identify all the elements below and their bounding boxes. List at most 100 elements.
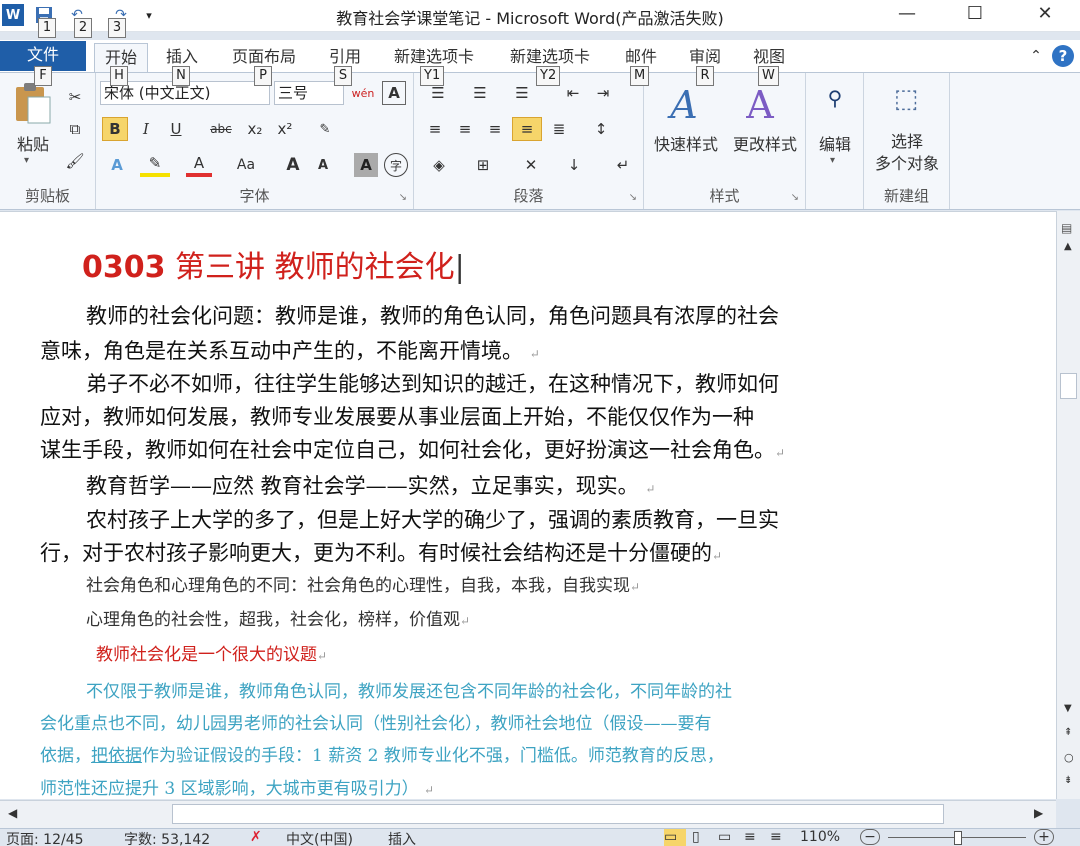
font-dialog-launcher-icon[interactable]: ↘ <box>399 192 407 203</box>
keytip-tab-home: H <box>110 66 128 86</box>
horizontal-scroll-thumb[interactable] <box>172 804 944 824</box>
ribbon-collapse-icon[interactable]: ⌃ <box>1026 43 1046 72</box>
browse-object-icon[interactable]: ○ <box>1064 751 1074 764</box>
text-effects-icon[interactable]: A <box>102 153 132 177</box>
chinese-layout-icon[interactable]: ✕ <box>514 153 548 177</box>
insert-mode[interactable]: 插入 <box>388 829 416 846</box>
word-count[interactable]: 字数: 53,142 <box>124 829 210 846</box>
word-logo-icon[interactable]: W <box>2 4 24 26</box>
proofing-icon[interactable]: ✗ <box>250 829 262 845</box>
keytip-tab-new1: Y1 <box>420 66 445 86</box>
outline-icon[interactable]: ≡ <box>744 829 756 845</box>
styles-dialog-launcher-icon[interactable]: ↘ <box>791 192 799 203</box>
editing-button[interactable]: 编辑 <box>806 131 864 155</box>
decrease-indent-icon[interactable]: ⇤ <box>560 81 586 105</box>
grow-font-button[interactable]: A <box>280 153 306 177</box>
p2-line2: 应对，教师如何发展，教师专业发展要从事业层面上开始，不能仅仅作为一种 <box>40 405 754 429</box>
keytip-tab-view: W <box>758 66 779 86</box>
p2-line1: 弟子不必不如师，往往学生能够达到知识的越迁，在这种情况下，教师如何 <box>86 372 779 396</box>
horizontal-scrollbar[interactable]: ◀ ▶ <box>0 800 1056 828</box>
keytip-tab-insert: N <box>172 66 190 86</box>
vertical-scroll-thumb[interactable] <box>1060 373 1077 399</box>
distributed-icon[interactable]: ≣ <box>546 117 572 141</box>
full-screen-reading-icon[interactable]: ▯ <box>692 829 700 845</box>
title-bar: W ↶ ↷ ▾ 1 2 3 教育社会学课堂笔记 - Microsoft Word… <box>0 0 1080 38</box>
numbering-icon[interactable]: ☰ <box>464 81 496 105</box>
zoom-out-icon[interactable]: − <box>860 829 880 845</box>
subscript-button[interactable]: x₂ <box>242 117 268 141</box>
quick-styles-icon[interactable]: A <box>662 81 706 129</box>
cut-icon[interactable]: ✂ <box>62 85 88 109</box>
change-case-button[interactable]: Aa <box>228 153 264 177</box>
ruler-toggle-icon[interactable]: ▤ <box>1061 221 1072 235</box>
paragraph-group-label: 段落 <box>513 187 544 205</box>
keytip-tab-mailings: M <box>630 66 650 86</box>
character-shading-button[interactable]: A <box>354 153 378 177</box>
ribbon-home: 粘贴 ▾ ✂ ⧉ 🖌 剪贴板 宋体 (中文正文) 三号 wén A B I U … <box>0 72 1080 210</box>
align-center-icon[interactable]: ≡ <box>452 117 478 141</box>
line-spacing-icon[interactable]: ↕ <box>584 117 618 141</box>
phonetic-guide-icon[interactable]: wén <box>348 81 378 105</box>
document-page[interactable]: 0303 第三讲 教师的社会化| 教师的社会化问题：教师是谁，教师的角色认同，角… <box>0 211 1056 799</box>
superscript-button[interactable]: x² <box>272 117 298 141</box>
new-group: ⬚ 选择 多个对象 新建组 <box>864 73 950 209</box>
p7: 教师社会化是一个很大的议题↵ <box>96 645 328 665</box>
sort-icon[interactable]: ↓ <box>560 153 588 177</box>
paste-dropdown-icon[interactable]: ▾ <box>24 155 29 166</box>
clear-formatting-icon[interactable]: ✎ <box>310 117 340 141</box>
clipboard-group-label: 剪贴板 <box>24 187 70 205</box>
help-icon[interactable]: ? <box>1052 45 1074 67</box>
maximize-icon[interactable]: ☐ <box>952 0 998 30</box>
copy-icon[interactable]: ⧉ <box>62 117 88 141</box>
draft-icon[interactable]: ≡ <box>770 829 782 845</box>
paste-button[interactable]: 粘贴 <box>10 131 56 155</box>
align-left-icon[interactable]: ≡ <box>422 117 448 141</box>
customize-qat-icon[interactable]: ▾ <box>140 4 158 26</box>
minimize-icon[interactable]: — <box>884 0 930 30</box>
paste-icon[interactable] <box>12 81 52 129</box>
font-color-icon[interactable]: A <box>186 153 212 177</box>
zoom-level[interactable]: 110% <box>800 829 840 845</box>
scroll-up-icon[interactable]: ▲ <box>1064 241 1072 252</box>
paragraph-dialog-launcher-icon[interactable]: ↘ <box>629 192 637 203</box>
highlight-icon[interactable]: ✎ <box>140 153 170 177</box>
scroll-left-icon[interactable]: ◀ <box>8 806 17 820</box>
styles-group-label: 样式 <box>709 187 740 205</box>
justify-icon[interactable]: ≡ <box>512 117 542 141</box>
print-layout-icon[interactable]: ▭ <box>664 829 686 846</box>
heading-number: 0303 <box>82 250 166 285</box>
format-painter-icon[interactable]: 🖌 <box>62 149 88 173</box>
page-count[interactable]: 页面: 12/45 <box>6 829 84 846</box>
scroll-down-icon[interactable]: ▼ <box>1064 703 1072 714</box>
select-objects-button[interactable]: 选择 多个对象 <box>864 131 950 175</box>
web-layout-icon[interactable]: ▭ <box>718 829 731 845</box>
borders-icon[interactable]: ⊞ <box>466 153 500 177</box>
increase-indent-icon[interactable]: ⇥ <box>590 81 616 105</box>
align-right-icon[interactable]: ≡ <box>482 117 508 141</box>
show-marks-icon[interactable]: ↵ <box>610 153 636 177</box>
editing-dropdown-icon[interactable]: ▾ <box>830 155 835 166</box>
previous-page-icon[interactable]: ⇞ <box>1064 727 1072 738</box>
next-page-icon[interactable]: ⇟ <box>1064 775 1072 786</box>
italic-button[interactable]: I <box>134 117 158 141</box>
find-binoculars-icon[interactable]: ⚲ <box>820 83 850 113</box>
change-styles-button[interactable]: 更改样式 <box>726 131 804 155</box>
select-line1: 选择 <box>890 132 923 151</box>
quick-styles-button[interactable]: 快速样式 <box>648 131 724 155</box>
close-icon[interactable]: ✕ <box>1022 0 1068 30</box>
vertical-scrollbar[interactable]: ▤ ▲ ▼ ⇞ ○ ⇟ <box>1056 211 1080 799</box>
change-styles-icon[interactable]: A <box>738 81 782 129</box>
shrink-font-button[interactable]: A <box>310 153 336 177</box>
character-border-icon[interactable]: A <box>382 81 406 105</box>
multilevel-list-icon[interactable]: ☰ <box>506 81 538 105</box>
select-objects-icon[interactable]: ⬚ <box>886 79 926 119</box>
strikethrough-button[interactable]: abc <box>206 117 236 141</box>
enclose-characters-button[interactable]: 字 <box>384 153 408 177</box>
zoom-in-icon[interactable]: + <box>1034 829 1054 845</box>
shading-icon[interactable]: ◈ <box>422 153 456 177</box>
scroll-right-icon[interactable]: ▶ <box>1034 806 1043 820</box>
bold-button[interactable]: B <box>102 117 128 141</box>
language-indicator[interactable]: 中文(中国) <box>286 829 353 846</box>
zoom-slider-thumb[interactable] <box>954 831 962 845</box>
underline-button[interactable]: U <box>164 117 188 141</box>
